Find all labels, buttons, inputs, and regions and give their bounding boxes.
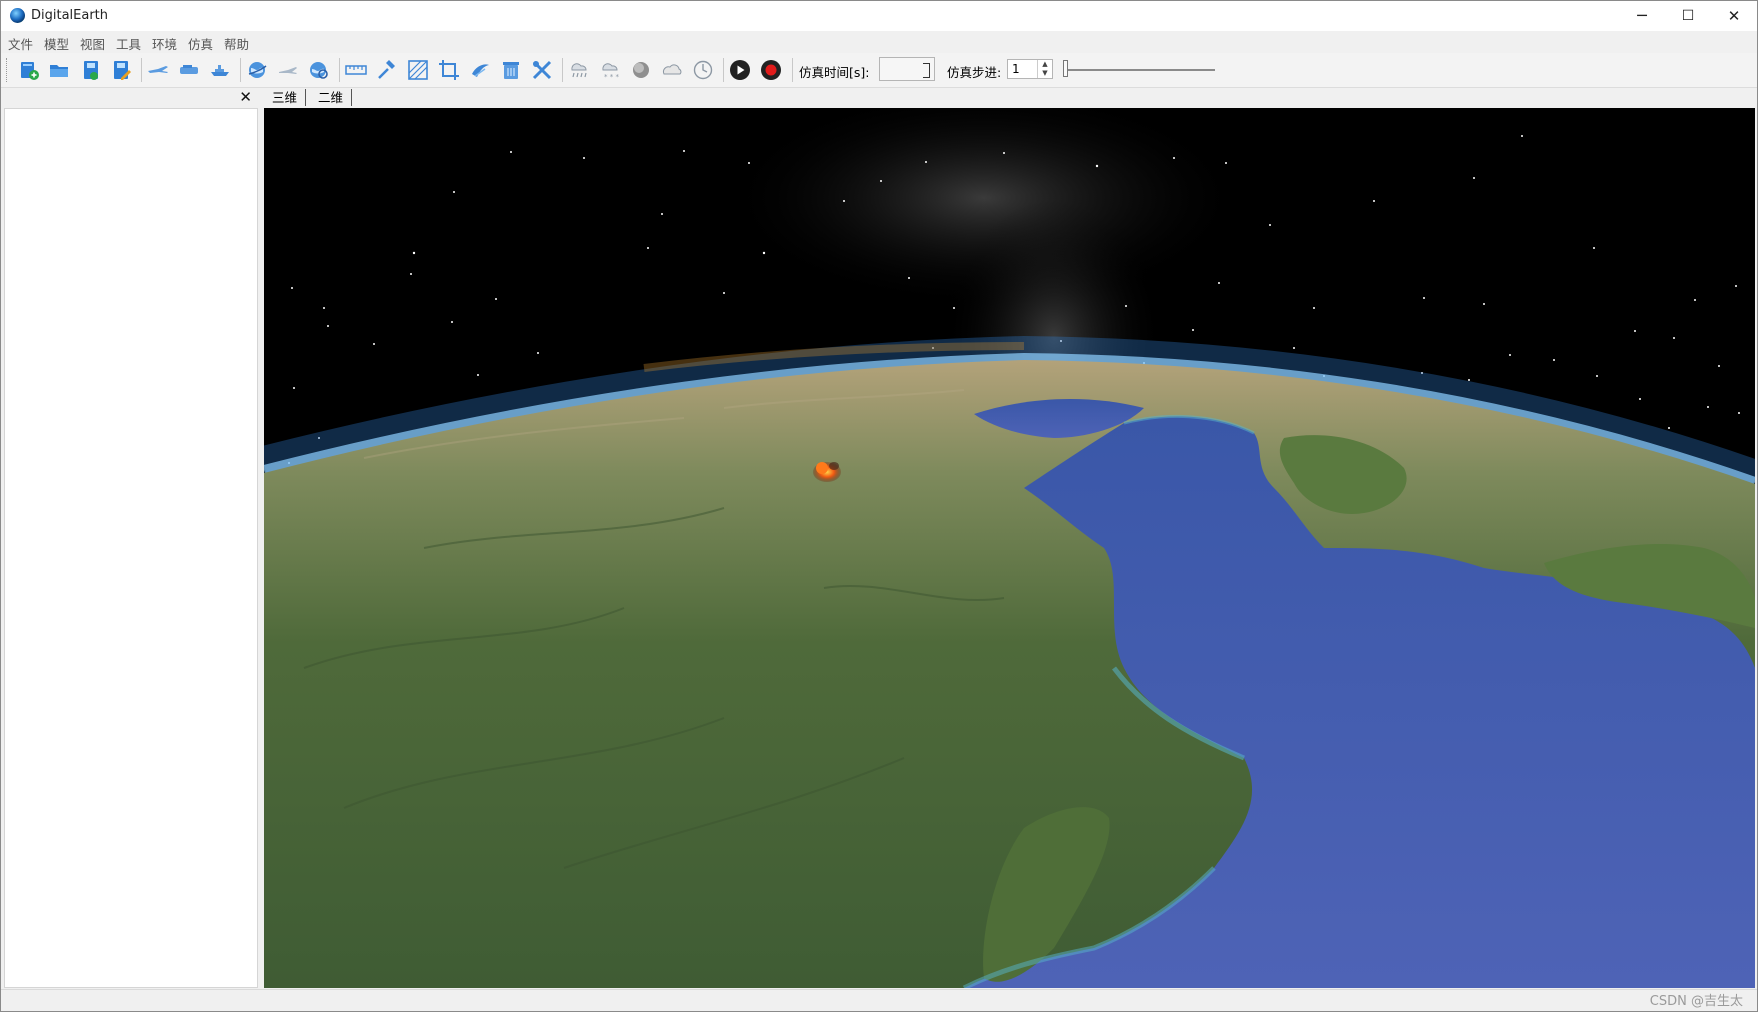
step-slider[interactable] bbox=[1063, 69, 1215, 71]
toolbar: * * * 仿真时间[s]: 仿真步进: 1 ▲ ▼ bbox=[1, 53, 1757, 88]
globe-viewport[interactable] bbox=[264, 108, 1755, 988]
new-file-icon[interactable] bbox=[18, 59, 40, 81]
sim-time-label: 仿真时间[s]: bbox=[799, 65, 870, 80]
cloud-icon[interactable] bbox=[661, 59, 683, 81]
svg-text:* * *: * * * bbox=[604, 73, 619, 81]
view-tabs: 三维 二维 bbox=[264, 88, 1756, 108]
menu-bar: 文件 模型 视图 工具 环境 仿真 帮助 bbox=[1, 31, 1757, 53]
toolbar-separator bbox=[141, 58, 142, 82]
rain-icon[interactable] bbox=[568, 59, 590, 81]
earth-scene bbox=[264, 108, 1755, 988]
main-window: DigitalEarth ─ ☐ ✕ 文件 模型 视图 工具 环境 仿真 帮助 bbox=[0, 0, 1758, 1012]
menu-model[interactable]: 模型 bbox=[44, 34, 69, 53]
sim-step-label: 仿真步进: bbox=[947, 65, 1002, 80]
toolbar-separator bbox=[723, 58, 724, 82]
toolbar-separator bbox=[240, 58, 241, 82]
menu-file[interactable]: 文件 bbox=[8, 34, 33, 53]
ruler-icon[interactable] bbox=[345, 59, 367, 81]
fog-icon[interactable] bbox=[630, 59, 652, 81]
settings-tools-icon[interactable] bbox=[531, 59, 553, 81]
tab-2d[interactable]: 二维 bbox=[310, 89, 353, 106]
toolbar-separator bbox=[562, 58, 563, 82]
aircraft-icon[interactable] bbox=[147, 59, 169, 81]
sim-time-spinner[interactable] bbox=[923, 63, 930, 78]
watermark-text: CSDN @吉生太 bbox=[1649, 994, 1743, 1009]
open-folder-icon[interactable] bbox=[48, 59, 70, 81]
globe-search-icon[interactable] bbox=[308, 59, 330, 81]
toolbar-separator bbox=[792, 58, 793, 82]
menu-help[interactable]: 帮助 bbox=[224, 34, 249, 53]
area-measure-icon[interactable] bbox=[407, 59, 429, 81]
tab-3d[interactable]: 三维 bbox=[264, 89, 307, 106]
window-title: DigitalEarth bbox=[31, 8, 109, 23]
play-icon[interactable] bbox=[729, 59, 751, 81]
menu-view[interactable]: 视图 bbox=[80, 34, 105, 53]
radar-icon[interactable] bbox=[469, 59, 491, 81]
panel-close-icon[interactable]: ✕ bbox=[239, 88, 252, 107]
menu-simulation[interactable]: 仿真 bbox=[188, 34, 213, 53]
close-button[interactable]: ✕ bbox=[1711, 1, 1757, 31]
flight-path-icon[interactable] bbox=[277, 59, 299, 81]
save-as-icon[interactable] bbox=[110, 59, 132, 81]
minimize-button[interactable]: ─ bbox=[1619, 1, 1665, 31]
status-bar: CSDN @吉生太 bbox=[1, 989, 1757, 1011]
globe-view-icon[interactable] bbox=[246, 59, 268, 81]
crop-icon[interactable] bbox=[438, 59, 460, 81]
fire-effect[interactable] bbox=[813, 462, 841, 482]
toolbar-separator bbox=[339, 58, 340, 82]
left-panel-header: ✕ bbox=[4, 88, 258, 108]
snow-icon[interactable]: * * * bbox=[599, 59, 621, 81]
globe-icon bbox=[10, 8, 25, 23]
toolbar-grip[interactable] bbox=[6, 58, 10, 82]
title-bar: DigitalEarth ─ ☐ ✕ bbox=[1, 1, 1757, 31]
scene-tree-panel[interactable] bbox=[4, 108, 258, 988]
menu-tools[interactable]: 工具 bbox=[116, 34, 141, 53]
clock-icon[interactable] bbox=[692, 59, 714, 81]
sim-step-spinner[interactable]: ▲ ▼ bbox=[1037, 60, 1052, 78]
hammer-icon[interactable] bbox=[376, 59, 398, 81]
save-icon[interactable] bbox=[80, 59, 102, 81]
delete-icon[interactable] bbox=[500, 59, 522, 81]
ship-icon[interactable] bbox=[209, 59, 231, 81]
menu-environment[interactable]: 环境 bbox=[152, 34, 177, 53]
sim-time-field[interactable] bbox=[879, 57, 935, 81]
step-slider-thumb[interactable] bbox=[1063, 60, 1068, 77]
sim-step-value: 1 bbox=[1012, 62, 1020, 76]
sim-step-field[interactable]: 1 ▲ ▼ bbox=[1007, 59, 1053, 79]
record-stop-icon[interactable] bbox=[760, 59, 782, 81]
maximize-button[interactable]: ☐ bbox=[1665, 1, 1711, 31]
vehicle-icon[interactable] bbox=[178, 59, 200, 81]
